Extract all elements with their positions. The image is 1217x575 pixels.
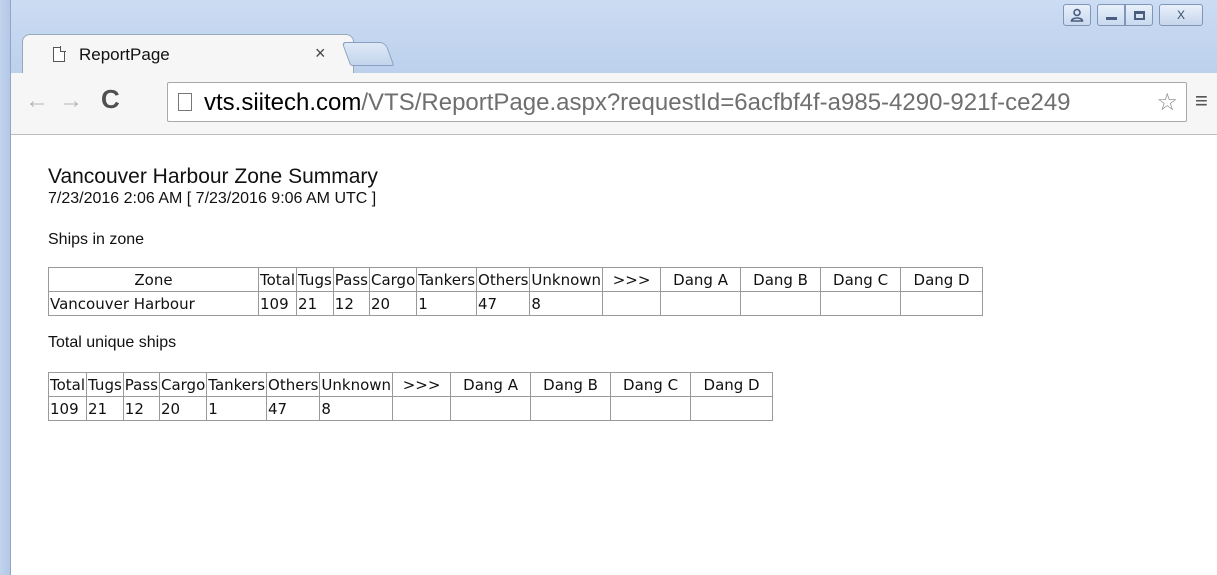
table-cell (530, 396, 612, 421)
new-tab-button[interactable] (341, 42, 395, 66)
column-header: Cargo (368, 267, 418, 292)
back-icon[interactable]: ← (25, 87, 49, 115)
reload-icon[interactable]: C (101, 84, 120, 115)
table-cell (602, 291, 662, 316)
table-cell: 20 (158, 396, 208, 421)
column-header: Zone (48, 267, 259, 292)
table-cell: 12 (332, 291, 370, 316)
table-cell: 21 (296, 291, 334, 316)
page-info-icon[interactable] (178, 93, 192, 111)
address-bar[interactable]: vts.siitech.com/VTS/ReportPage.aspx?requ… (167, 82, 1187, 122)
browser-toolbar: ← → C vts.siitech.com/VTS/ReportPage.asp… (11, 73, 1217, 135)
table-cell: 21 (86, 396, 124, 421)
close-window-button[interactable]: X (1159, 4, 1203, 26)
column-header: Dang B (530, 372, 612, 397)
table-cell: 47 (476, 291, 531, 316)
table-row: 109 21 12 20 1 47 8 (47, 396, 774, 421)
table-cell (740, 291, 822, 316)
column-header: Tankers (206, 372, 268, 397)
table-cell: 12 (122, 396, 160, 421)
column-header: Dang A (660, 267, 742, 292)
table-cell: 1 (416, 291, 478, 316)
maximize-button[interactable] (1125, 4, 1153, 26)
table-cell: Vancouver Harbour (48, 291, 259, 316)
table-cell (450, 396, 532, 421)
column-header: Others (266, 372, 321, 397)
table-cell (610, 396, 692, 421)
report-content: Vancouver Harbour Zone Summary 7/23/2016… (47, 165, 984, 421)
column-header: Dang C (610, 372, 692, 397)
total-unique-ships-table: Total Tugs Pass Cargo Tankers Others Unknown >>… (47, 372, 774, 421)
menu-icon[interactable]: ≡ (1195, 88, 1208, 114)
column-header: Tugs (296, 267, 334, 292)
table-row: Vancouver Harbour 109 21 12 20 1 47 8 (48, 291, 984, 316)
column-header: Total (257, 267, 298, 292)
window-controls: X (1063, 4, 1203, 26)
table-cell: 8 (319, 396, 394, 421)
maximize-icon (1133, 10, 1145, 20)
window-left-border (0, 0, 11, 575)
table-cell (392, 396, 452, 421)
column-header: Tankers (416, 267, 478, 292)
ships-in-zone-table: Zone Total Tugs Pass Cargo Tankers Others Unkno… (48, 267, 984, 316)
column-header: Unknown (319, 372, 394, 397)
table-cell: 109 (257, 291, 298, 316)
bookmark-star-icon[interactable]: ☆ (1156, 88, 1178, 117)
url-text[interactable]: vts.siitech.com/VTS/ReportPage.aspx?requ… (204, 89, 1144, 117)
column-header: Total (47, 372, 88, 397)
forward-icon[interactable]: → (59, 87, 83, 115)
user-icon[interactable] (1063, 4, 1091, 26)
column-header: Dang C (820, 267, 902, 292)
table-cell: 1 (206, 396, 268, 421)
table-cell: 47 (266, 396, 321, 421)
report-title: Vancouver Harbour Zone Summary (48, 165, 378, 188)
minimize-button[interactable] (1097, 4, 1125, 26)
column-header: Dang A (450, 372, 532, 397)
table-cell (900, 291, 984, 316)
minimize-icon (1105, 16, 1117, 20)
column-header: Pass (332, 267, 370, 292)
column-header: Dang B (740, 267, 822, 292)
tab-title: ReportPage (79, 45, 170, 64)
report-date: 7/23/2016 2:06 AM [ 7/23/2016 9:06 AM UT… (48, 190, 377, 207)
close-tab-icon[interactable]: × (315, 43, 326, 64)
column-header: Pass (122, 372, 160, 397)
table-cell (660, 291, 742, 316)
column-header: >>> (602, 267, 662, 292)
table-cell: 109 (47, 396, 88, 421)
column-header: Tugs (86, 372, 124, 397)
column-header: Dang D (900, 267, 984, 292)
page-icon (53, 46, 66, 62)
total-unique-ships-label: Total unique ships (48, 334, 177, 351)
ships-in-zone-label: Ships in zone (48, 231, 145, 248)
column-header: Dang D (690, 372, 774, 397)
column-header: Unknown (529, 267, 604, 292)
browser-tab[interactable]: ReportPage × (22, 34, 354, 74)
table-cell: 20 (368, 291, 418, 316)
column-header: Others (476, 267, 531, 292)
table-cell (690, 396, 774, 421)
column-header: Cargo (158, 372, 208, 397)
column-header: >>> (392, 372, 452, 397)
table-cell (820, 291, 902, 316)
table-cell: 8 (529, 291, 604, 316)
